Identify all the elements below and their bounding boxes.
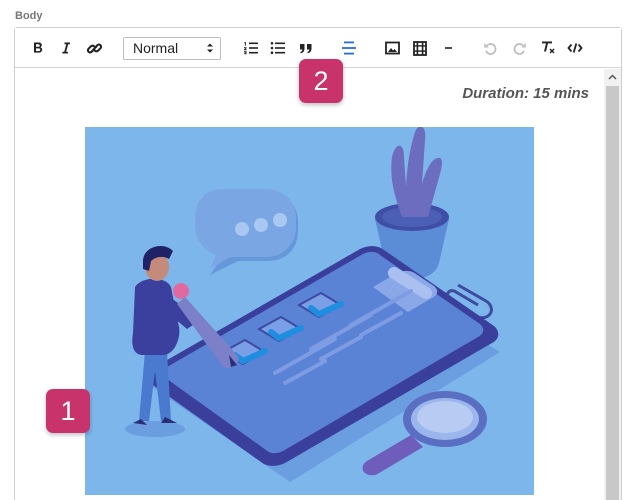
align-center-button[interactable] <box>338 37 360 59</box>
redo-icon <box>513 43 526 55</box>
video-icon <box>413 40 427 56</box>
clear-format-button[interactable] <box>537 37 559 59</box>
ordered-list-button[interactable] <box>240 37 262 59</box>
checklist-illustration <box>85 127 534 495</box>
step-badge-1: 1 <box>46 389 90 433</box>
redo-button[interactable] <box>508 37 530 59</box>
image-icon <box>384 41 400 55</box>
ordered-list-icon <box>244 42 258 55</box>
format-select-value: Normal <box>133 40 179 56</box>
horizontal-rule-icon <box>445 47 452 49</box>
editor-content[interactable]: Duration: 15 mins <box>15 69 604 500</box>
code-view-icon <box>567 43 583 53</box>
bullet-list-icon <box>270 42 285 54</box>
blockquote-icon <box>300 44 312 54</box>
italic-icon <box>62 42 70 54</box>
body-field-label: Body <box>15 10 43 22</box>
align-center-icon <box>342 41 356 55</box>
link-button[interactable] <box>83 37 105 59</box>
scroll-up-button[interactable] <box>604 69 621 85</box>
format-select[interactable]: Normal <box>123 37 221 60</box>
bold-icon <box>34 42 43 53</box>
italic-button[interactable] <box>55 37 77 59</box>
step-badge-2: 2 <box>299 59 343 103</box>
duration-text: Duration: 15 mins <box>462 85 589 102</box>
blockquote-button[interactable] <box>295 37 317 59</box>
undo-icon <box>483 43 496 55</box>
horizontal-rule-button[interactable] <box>439 37 461 59</box>
insert-video-button[interactable] <box>409 37 431 59</box>
select-caret-icon <box>207 43 213 53</box>
editor-scrollbar[interactable] <box>604 69 621 500</box>
scrollbar-thumb[interactable] <box>606 86 619 500</box>
link-icon <box>86 43 102 53</box>
bold-button[interactable] <box>27 37 49 59</box>
undo-button[interactable] <box>479 37 501 59</box>
code-view-button[interactable] <box>564 37 586 59</box>
bullet-list-button[interactable] <box>267 37 289 59</box>
chevron-up-icon <box>608 74 617 80</box>
clear-format-icon <box>542 41 555 54</box>
insert-image-button[interactable] <box>381 37 403 59</box>
